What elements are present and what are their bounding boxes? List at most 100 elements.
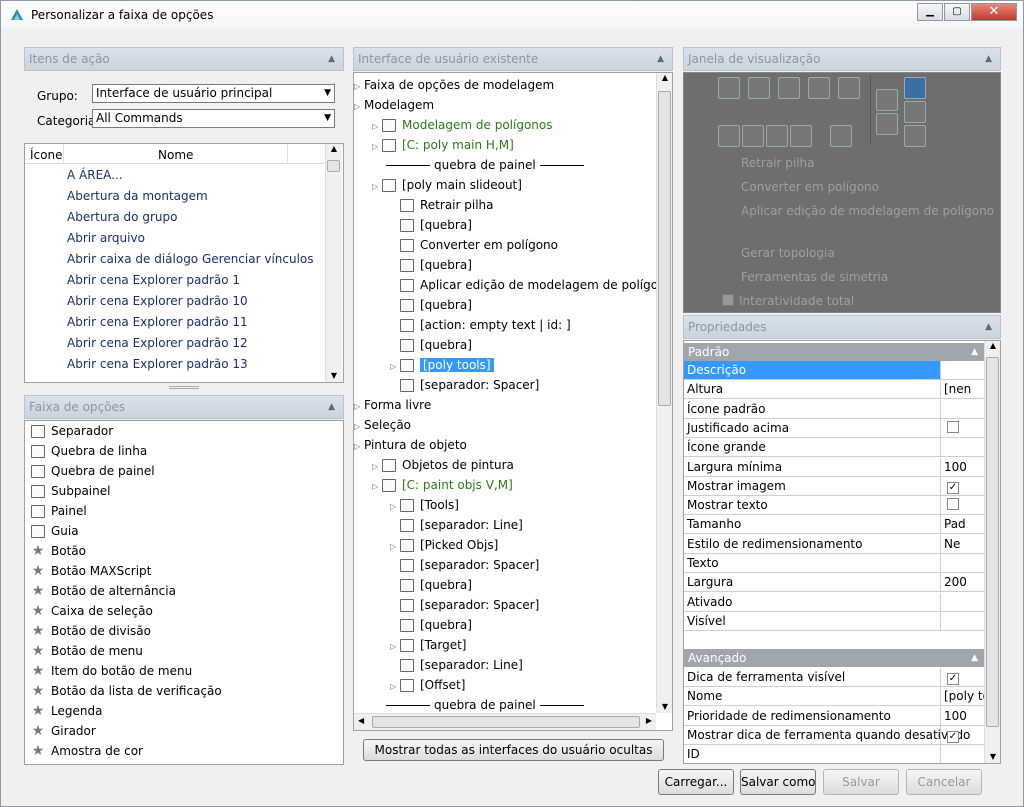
horizontal-scrollbar[interactable]: ◀ ▶ (354, 713, 656, 730)
expand-toggle-icon[interactable]: ▷ (354, 97, 364, 117)
section-default[interactable]: Padrão ▲ (684, 343, 984, 361)
collapse-icon[interactable]: ▲ (328, 48, 335, 70)
tree-node[interactable]: quebra de painel (354, 695, 588, 715)
splitter-handle[interactable] (169, 386, 199, 389)
property-row[interactable]: ID (684, 745, 984, 763)
expand-toggle-icon[interactable]: ▷ (390, 637, 400, 657)
vertical-scrollbar[interactable]: ▲ ▼ (984, 341, 1000, 763)
expand-toggle-icon[interactable]: ▷ (390, 537, 400, 557)
property-row[interactable]: Nome [poly to (684, 687, 984, 707)
property-value[interactable]: 100 (940, 706, 984, 725)
property-row[interactable]: Prioridade de redimensionamento 100 (684, 706, 984, 726)
list-item[interactable]: Quebra de linha (31, 441, 147, 461)
tree-node[interactable]: ▷ [poly tools] (354, 355, 494, 375)
property-value[interactable]: ✓ (940, 668, 984, 686)
tree-node[interactable]: [quebra] (354, 255, 472, 275)
action-items-header[interactable]: Itens de ação ▲ (24, 47, 344, 71)
list-item[interactable]: Quebra de painel (31, 461, 155, 481)
scroll-thumb[interactable] (327, 160, 340, 172)
collapse-icon[interactable]: ▲ (985, 48, 992, 70)
tree-node[interactable]: ▷ Faixa de opções de modelagem (354, 75, 554, 95)
minimize-button[interactable]: ▁ (917, 3, 943, 21)
expand-toggle-icon[interactable]: ▷ (354, 437, 364, 457)
expand-toggle-icon[interactable]: ▷ (372, 477, 382, 497)
tree-node[interactable]: [quebra] (354, 295, 472, 315)
collapse-icon[interactable]: ▲ (971, 649, 978, 667)
list-item[interactable]: Abrir cena Explorer padrão 13 (67, 354, 248, 374)
property-row[interactable]: Justificado acima (684, 418, 984, 438)
action-items-list[interactable]: Ícone Nome A ÁREA... Abertura da montagem… (24, 143, 344, 383)
category-select[interactable]: All Commands ▼ (92, 109, 335, 128)
existing-ui-header[interactable]: Interface de usuário existente ▲ (353, 47, 673, 71)
expand-toggle-icon[interactable]: ▷ (372, 457, 382, 477)
property-row[interactable]: Largura 200 (684, 573, 984, 593)
property-value[interactable] (940, 496, 984, 515)
property-value[interactable] (940, 361, 984, 379)
collapse-icon[interactable]: ▲ (328, 396, 335, 418)
checkbox[interactable]: ✓ (947, 730, 959, 743)
property-row[interactable]: Visível (684, 611, 984, 631)
property-value[interactable] (940, 611, 984, 630)
list-item[interactable]: ★ Botão da lista de verificação (31, 681, 222, 701)
property-row[interactable]: Ativado (684, 592, 984, 612)
close-button[interactable]: ✕ (971, 3, 1017, 21)
property-row[interactable]: Ícone grande (684, 438, 984, 458)
scroll-up-icon[interactable]: ▲ (657, 73, 672, 82)
tree-node[interactable]: Retrair pilha (354, 195, 494, 215)
tree-node[interactable]: ▷ [Picked Objs] (354, 535, 498, 555)
list-item[interactable]: ★ Botão de divisão (31, 621, 151, 641)
property-value[interactable] (940, 745, 984, 763)
list-item[interactable]: ★ Item do botão de menu (31, 661, 192, 681)
property-row[interactable]: Mostrar imagem ✓ (684, 476, 984, 496)
property-value[interactable]: ✓ (940, 725, 984, 744)
tree-node[interactable]: ▷ Forma livre (354, 395, 431, 415)
property-row[interactable]: Tamanho Pad (684, 515, 984, 535)
tree-node[interactable]: [quebra] (354, 575, 472, 595)
property-value[interactable]: [nen (940, 380, 984, 399)
tree-node[interactable]: [action: empty text | id: ] (354, 315, 571, 335)
expand-toggle-icon[interactable]: ▷ (372, 117, 382, 137)
list-item[interactable]: Subpainel (31, 481, 110, 501)
scroll-thumb[interactable] (658, 91, 671, 406)
section-advanced[interactable]: Avançado ▲ (684, 649, 984, 667)
property-row[interactable]: Largura mínima 100 (684, 457, 984, 477)
scroll-down-icon[interactable]: ▼ (985, 752, 1000, 761)
list-item[interactable]: Abrir arquivo (67, 228, 145, 248)
list-item[interactable]: ★ Amostra de cor (31, 741, 143, 761)
expand-toggle-icon[interactable]: ▷ (390, 357, 400, 377)
checkbox[interactable]: ✓ (947, 673, 959, 685)
list-item[interactable]: Abertura do grupo (67, 207, 177, 227)
preview-header[interactable]: Janela de visualização ▲ (683, 47, 1001, 71)
tree-node[interactable]: [quebra] (354, 615, 472, 635)
list-item[interactable]: Abrir cena Explorer padrão 11 (67, 312, 248, 332)
tree-node[interactable]: ▷ [C: paint objs V,M] (354, 475, 513, 495)
tree-node[interactable]: ▷ Seleção (354, 415, 411, 435)
tree-node[interactable]: ▷ [Target] (354, 635, 467, 655)
collapse-icon[interactable]: ▲ (971, 343, 978, 361)
property-value[interactable] (940, 399, 984, 418)
property-row[interactable]: Altura [nen (684, 380, 984, 400)
expand-toggle-icon[interactable]: ▷ (390, 677, 400, 697)
scroll-right-icon[interactable]: ▶ (646, 716, 652, 725)
tree-node[interactable]: [separador: Line] (354, 655, 523, 675)
tree-node[interactable]: Aplicar edição de modelagem de polígono (354, 275, 672, 295)
property-value[interactable] (940, 554, 984, 572)
existing-ui-tree[interactable]: ▷ Faixa de opções de modelagem ▷ Modelagem ▷… (353, 72, 673, 731)
ribbon-header[interactable]: Faixa de opções ▲ (24, 395, 344, 419)
list-item[interactable]: Guia (31, 521, 79, 541)
expand-toggle-icon[interactable]: ▷ (354, 77, 364, 97)
tree-node[interactable]: ▷ Objetos de pintura (354, 455, 514, 475)
property-row[interactable]: Descrição (684, 361, 984, 380)
load-button[interactable]: Carregar... (658, 769, 734, 795)
property-value[interactable]: [poly to (940, 687, 984, 706)
save-as-button[interactable]: Salvar como... (740, 769, 816, 795)
list-item[interactable]: ★ Botão de menu (31, 641, 143, 661)
list-item[interactable]: ★ Girador (31, 721, 96, 741)
expand-toggle-icon[interactable]: ▷ (354, 417, 364, 437)
tree-node[interactable]: ▷ [Tools] (354, 495, 459, 515)
scroll-left-icon[interactable]: ◀ (358, 716, 364, 725)
expand-toggle-icon[interactable]: ▷ (372, 177, 382, 197)
property-value[interactable] (940, 418, 984, 437)
property-row[interactable]: Texto (684, 554, 984, 573)
checkbox[interactable]: ✓ (947, 481, 959, 494)
